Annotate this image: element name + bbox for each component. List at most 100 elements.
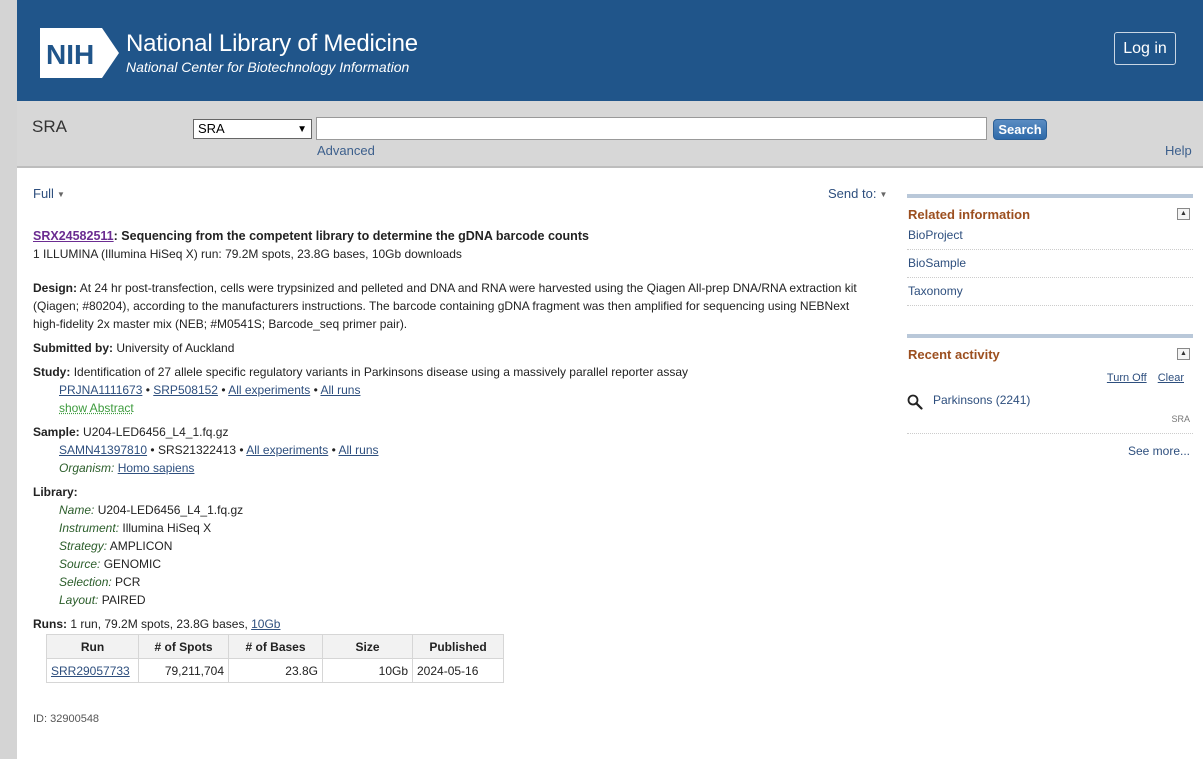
database-select[interactable]: SRA ▼ — [193, 119, 312, 139]
collapse-icon[interactable]: ▲ — [1177, 208, 1190, 220]
nih-logo[interactable]: NIH — [40, 28, 119, 78]
library-key: Layout: — [59, 593, 99, 607]
nlm-title[interactable]: National Library of Medicine — [126, 30, 418, 58]
organism-link[interactable]: Homo sapiens — [118, 461, 195, 475]
recent-activity-item[interactable]: Parkinsons (2241) SRA — [907, 390, 1193, 434]
page: NIH National Library of Medicine Nationa… — [17, 0, 1203, 759]
published-cell: 2024-05-16 — [412, 658, 504, 683]
database-select-value: SRA — [198, 121, 225, 136]
search-button[interactable]: Search — [993, 119, 1047, 140]
srs-accession: SRS21322413 — [157, 443, 237, 457]
library-label: Library: — [33, 485, 78, 499]
library-key: Strategy: — [59, 539, 108, 553]
library-key: Selection: — [59, 575, 112, 589]
recent-activity-portlet: Recent activity ▲ Turn Off Clear Parkins… — [907, 334, 1193, 458]
submitted-label: Submitted by: — [33, 341, 113, 355]
ncbi-header: NIH National Library of Medicine Nationa… — [17, 0, 1203, 101]
record-summary: 1 ILLUMINA (Illumina HiSeq X) run: 79.2M… — [33, 247, 462, 261]
sample-all-experiments-link[interactable]: All experiments — [246, 443, 328, 457]
sample-section: Sample: U204-LED6456_L4_1.fq.gz SAMN4139… — [33, 423, 873, 477]
search-icon — [907, 394, 923, 410]
related-information-title: Related information — [908, 207, 1031, 222]
study-label: Study: — [33, 365, 71, 379]
library-value: PAIRED — [101, 593, 146, 607]
table-row: SRR29057733 79,211,704 23.8G 10Gb 2024-0… — [46, 658, 504, 683]
sample-all-runs-link[interactable]: All runs — [338, 443, 378, 457]
clear-link[interactable]: Clear — [1158, 372, 1184, 384]
col-header: Published — [412, 634, 504, 659]
bases-cell: 23.8G — [228, 658, 323, 683]
runs-section: Runs: 1 run, 79.2M spots, 23.8G bases, 1… — [33, 615, 873, 683]
runs-summary: 1 run, 79.2M spots, 23.8G bases, — [70, 617, 248, 631]
submitted-section: Submitted by: University of Auckland — [33, 339, 873, 357]
library-field: Strategy: AMPLICON — [33, 537, 873, 555]
spots-cell: 79,211,704 — [138, 658, 229, 683]
format-label: Full — [33, 186, 54, 201]
turn-off-link[interactable]: Turn Off — [1107, 372, 1147, 384]
library-value: PCR — [115, 575, 141, 589]
library-key: Source: — [59, 557, 101, 571]
record-title-text: : Sequencing from the competent library … — [113, 229, 589, 243]
bioproject-link[interactable]: PRJNA1111673 — [59, 383, 142, 397]
advanced-search-link[interactable]: Advanced — [317, 143, 375, 158]
library-field: Instrument: Illumina HiSeq X — [33, 519, 873, 537]
col-header: # of Bases — [228, 634, 323, 659]
record-id: ID: 32900548 — [33, 713, 100, 725]
run-accession-link[interactable]: SRR29057733 — [51, 664, 130, 678]
library-key: Name: — [59, 503, 95, 517]
sample-links: SAMN41397810 • SRS21322413 • All experim… — [59, 443, 379, 457]
library-value: GENOMIC — [103, 557, 162, 571]
show-abstract-link[interactable]: show Abstract — [59, 401, 134, 415]
runs-table: Run # of Spots # of Bases Size Published… — [46, 634, 504, 683]
study-all-runs-link[interactable]: All runs — [320, 383, 360, 397]
sample-name: U204-LED6456_L4_1.fq.gz — [83, 425, 229, 439]
recent-activity-db: SRA — [1171, 414, 1190, 424]
col-header: Size — [322, 634, 413, 659]
organism-label: Organism: — [59, 461, 115, 475]
design-section: Design: At 24 hr post-transfection, cell… — [33, 279, 873, 333]
library-value: U204-LED6456_L4_1.fq.gz — [97, 503, 244, 517]
recent-activity-query[interactable]: Parkinsons (2241) — [933, 393, 1030, 407]
library-field: Source: GENOMIC — [33, 555, 873, 573]
library-key: Instrument: — [59, 521, 120, 535]
search-input[interactable] — [316, 117, 987, 140]
library-field: Name: U204-LED6456_L4_1.fq.gz — [33, 501, 873, 519]
ncbi-subtitle[interactable]: National Center for Biotechnology Inform… — [126, 59, 409, 75]
size-cell: 10Gb — [322, 658, 413, 683]
chevron-down-icon: ▼ — [297, 124, 307, 135]
srp-link[interactable]: SRP508152 — [153, 383, 218, 397]
recent-activity-title: Recent activity — [908, 347, 1000, 362]
col-header: # of Spots — [138, 634, 229, 659]
nih-logo-text: NIH — [46, 39, 94, 70]
library-field: Selection: PCR — [33, 573, 873, 591]
biosample-link[interactable]: SAMN41397810 — [59, 443, 147, 457]
library-field: Layout: PAIRED — [33, 591, 873, 609]
related-link-bioproject[interactable]: BioProject — [907, 222, 1193, 250]
search-bar: SRA SRA ▼ Search Advanced Help — [17, 101, 1203, 168]
col-header: Run — [46, 634, 139, 659]
design-text: At 24 hr post-transfection, cells were t… — [33, 281, 857, 331]
record-detail: SRX24582511: Sequencing from the compete… — [33, 227, 873, 683]
study-all-experiments-link[interactable]: All experiments — [228, 383, 310, 397]
runs-table-header: Run # of Spots # of Bases Size Published — [46, 634, 504, 659]
runs-label: Runs: — [33, 617, 67, 631]
collapse-icon[interactable]: ▲ — [1177, 348, 1190, 360]
submitted-by: University of Auckland — [116, 341, 235, 355]
runs-size-link[interactable]: 10Gb — [251, 617, 280, 631]
triangle-down-icon: ▼ — [56, 190, 65, 200]
related-link-biosample[interactable]: BioSample — [907, 250, 1193, 278]
library-value: AMPLICON — [109, 539, 173, 553]
see-more-link[interactable]: See more... — [907, 444, 1193, 458]
accession-link[interactable]: SRX24582511 — [33, 229, 114, 243]
related-information-portlet: Related information ▲ BioProject BioSamp… — [907, 194, 1193, 306]
help-link[interactable]: Help — [1165, 143, 1192, 158]
format-menu[interactable]: Full ▼ — [33, 186, 65, 201]
design-label: Design: — [33, 281, 78, 295]
library-section: Library: Name: U204-LED6456_L4_1.fq.gz I… — [33, 483, 873, 609]
login-button[interactable]: Log in — [1114, 32, 1176, 65]
send-to-menu[interactable]: Send to: ▼ — [828, 186, 887, 201]
study-section: Study: Identification of 27 allele speci… — [33, 363, 873, 417]
study-links: PRJNA1111673 • SRP508152 • All experimen… — [59, 383, 361, 397]
related-link-taxonomy[interactable]: Taxonomy — [907, 278, 1193, 306]
triangle-down-icon: ▼ — [879, 190, 888, 200]
